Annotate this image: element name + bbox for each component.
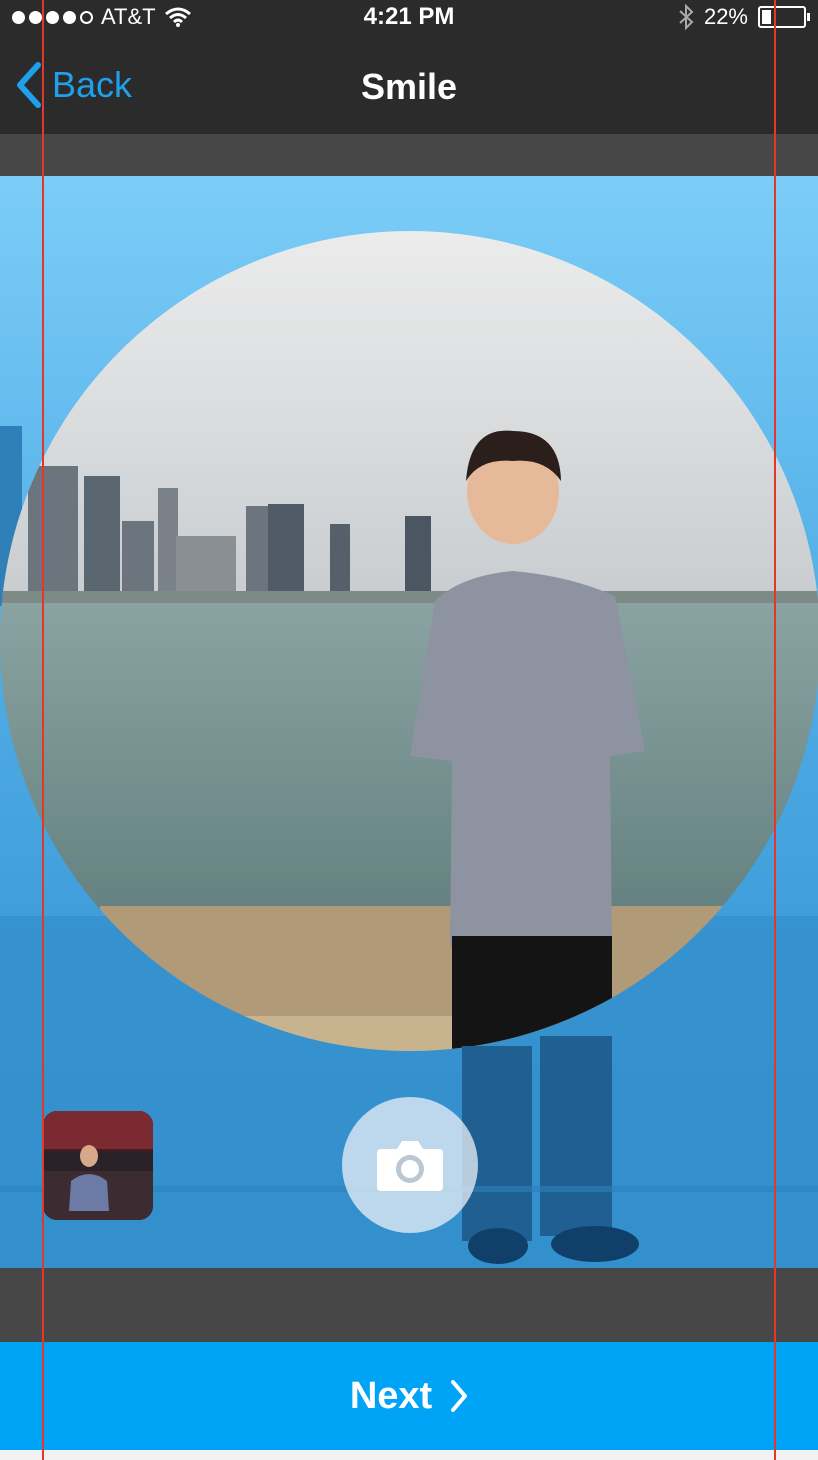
- chevron-right-icon: [451, 1380, 468, 1412]
- shutter-button[interactable]: [342, 1097, 478, 1233]
- bluetooth-icon: [679, 4, 694, 30]
- guide-line-right: [774, 0, 776, 1460]
- guide-line-left: [42, 0, 44, 1460]
- navigation-bar: Back Smile: [0, 36, 818, 134]
- page-title: Smile: [360, 66, 458, 107]
- next-label: Next: [349, 1374, 433, 1417]
- next-button[interactable]: Next: [0, 1342, 818, 1450]
- status-bar: AT&T 4:21 PM 22%: [0, 0, 818, 36]
- photo-thumbnail[interactable]: [43, 1111, 153, 1220]
- status-right-group: 22%: [678, 4, 810, 30]
- bottom-band: [0, 1268, 818, 1342]
- bottom-edge: [0, 1450, 818, 1460]
- top-band: [0, 134, 818, 176]
- battery-percent: 22%: [703, 4, 748, 29]
- thumbnail-image: [43, 1111, 153, 1220]
- camera-icon: [377, 1141, 443, 1191]
- battery-icon: [758, 6, 810, 28]
